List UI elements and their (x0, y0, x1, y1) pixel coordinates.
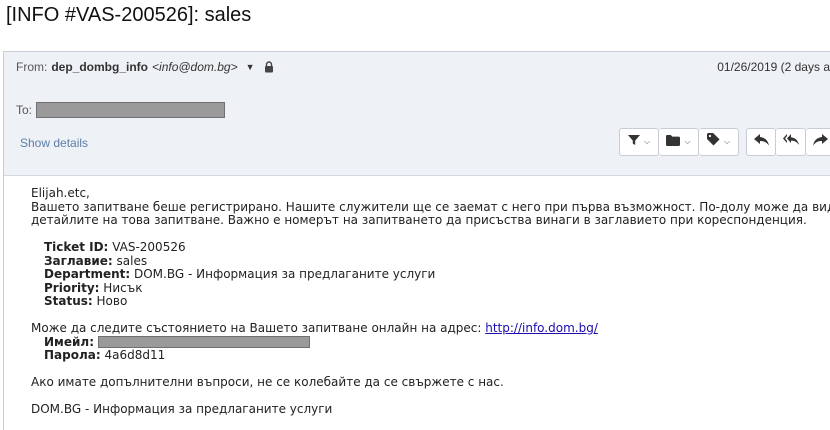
sender-email[interactable]: <info@dom.bg> (152, 60, 238, 74)
field-password: Парола: 4a6d8d11 (44, 348, 166, 362)
sender-name[interactable]: dep_dombg_info (51, 60, 148, 74)
message-header: From: dep_dombg_info <info@dom.bg> ▼ 01/… (4, 52, 830, 176)
reply-all-icon (782, 133, 799, 151)
from-label: From: (16, 60, 48, 74)
chevron-down-icon: ⌵ (723, 137, 731, 146)
field-priority: Priority: Нисък (44, 280, 143, 295)
caret-down-icon[interactable]: ▼ (246, 62, 255, 72)
greeting: Elijah.etc, (31, 186, 90, 200)
filter-icon (627, 133, 640, 151)
email-subject: [INFO #VAS-200526]: sales (6, 4, 252, 26)
intro-line-2: детайлите на това запитване. Важно е ном… (31, 213, 807, 227)
filter-button[interactable]: ⌵ (619, 128, 659, 156)
reply-icon (753, 133, 769, 151)
reply-all-button[interactable] (776, 128, 806, 156)
track-link[interactable]: http://info.dom.bg/ (485, 321, 598, 335)
track-line: Може да следите състоянието на Вашето за… (31, 321, 598, 335)
redacted-recipient (36, 102, 226, 118)
questions-line: Ако имате допълнителни въпроси, не се ко… (31, 375, 504, 389)
intro-line-1: Вашето запитване беше регистрирано. Наши… (31, 199, 830, 214)
tag-button[interactable]: ⌵ (699, 128, 739, 156)
move-folder-button[interactable]: ⌵ (659, 128, 699, 156)
field-ticket-id: Ticket ID: VAS-200526 (44, 240, 186, 254)
forward-button[interactable] (806, 128, 830, 156)
chevron-down-icon: ⌵ (684, 137, 691, 146)
field-status: Status: Ново (44, 294, 128, 308)
folder-icon (666, 133, 681, 151)
reply-button[interactable] (746, 128, 776, 156)
show-details-link[interactable]: Show details (20, 136, 88, 150)
field-department: Department: DOM.BG - Информация за предл… (44, 267, 436, 281)
field-title: Заглавие: sales (44, 253, 148, 268)
tag-icon (706, 133, 720, 151)
field-email: Имейл: (31, 335, 830, 350)
to-label: To: (16, 103, 33, 117)
message-body: Elijah.etc, Вашето запитване беше регист… (31, 186, 830, 417)
message-panel: From: dep_dombg_info <info@dom.bg> ▼ 01/… (3, 51, 830, 430)
chevron-down-icon: ⌵ (643, 137, 651, 146)
forward-icon (813, 133, 828, 151)
lock-icon (264, 61, 274, 73)
signature: DOM.BG - Информация за предлаганите услу… (31, 402, 333, 416)
redacted-email (98, 336, 310, 348)
message-date: 01/26/2019 (2 days a (717, 60, 830, 74)
to-row: To: (16, 102, 226, 118)
from-row: From: dep_dombg_info <info@dom.bg> ▼ (16, 60, 274, 74)
